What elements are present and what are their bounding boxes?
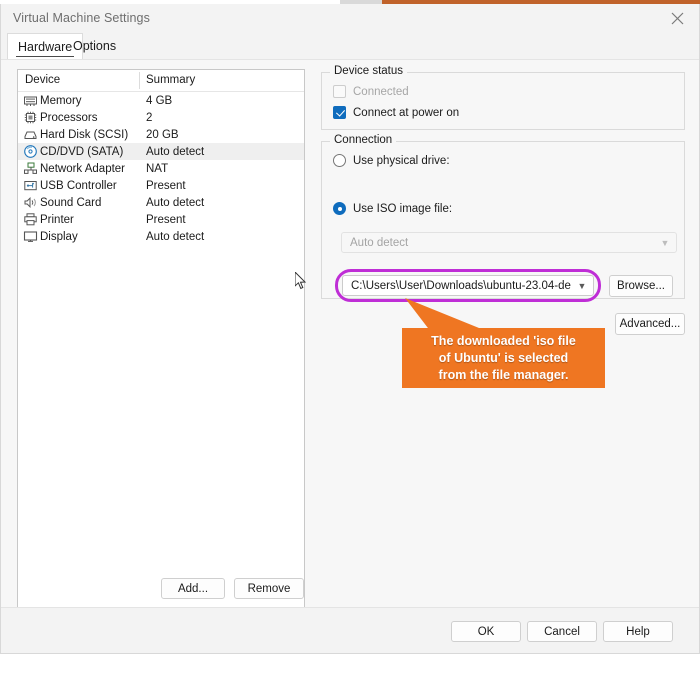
device-list-panel[interactable]: Device Summary Memory 4 GB Processors 2	[17, 69, 305, 618]
connect-at-power-on-checkbox-row[interactable]: Connect at power on	[333, 106, 459, 119]
connection-title: Connection	[330, 134, 397, 146]
chevron-down-icon: ▼	[577, 280, 587, 291]
table-row[interactable]: Sound Card Auto detect	[18, 194, 304, 211]
device-summary: Present	[146, 179, 186, 192]
physical-drive-select[interactable]: Auto detect ▼	[341, 232, 677, 253]
device-list-header: Device Summary	[18, 70, 304, 92]
device-summary: 20 GB	[146, 128, 179, 141]
connected-checkbox[interactable]	[333, 85, 346, 98]
display-icon	[23, 229, 38, 244]
processor-icon	[23, 110, 38, 125]
device-summary: Present	[146, 213, 186, 226]
usb-controller-icon	[23, 178, 38, 193]
device-status-group: Device status Connected Connect at power…	[321, 65, 685, 130]
advanced-button[interactable]: Advanced...	[615, 313, 685, 335]
cancel-button[interactable]: Cancel	[527, 621, 597, 642]
chevron-down-icon: ▼	[660, 237, 670, 248]
remove-device-button[interactable]: Remove	[234, 578, 304, 599]
device-name: Printer	[40, 213, 74, 226]
help-button[interactable]: Help	[603, 621, 673, 642]
table-row[interactable]: Display Auto detect	[18, 228, 304, 245]
use-physical-drive-radio-row[interactable]: Use physical drive:	[333, 154, 450, 167]
device-name: Memory	[40, 94, 82, 107]
window-title: Virtual Machine Settings	[13, 11, 150, 25]
hard-disk-icon	[23, 127, 38, 142]
physical-drive-value: Auto detect	[350, 236, 409, 249]
annotation-callout-text: The downloaded 'iso file of Ubuntu' is s…	[431, 334, 576, 382]
table-row[interactable]: Network Adapter NAT	[18, 160, 304, 177]
iso-path-select[interactable]: C:\Users\User\Downloads\ubuntu-23.04-des…	[342, 275, 594, 296]
printer-icon	[23, 212, 38, 227]
column-header-summary: Summary	[146, 74, 196, 86]
device-name: Network Adapter	[40, 162, 126, 175]
device-summary: NAT	[146, 162, 169, 175]
device-summary: 4 GB	[146, 94, 173, 107]
device-summary: Auto detect	[146, 230, 205, 243]
network-adapter-icon	[23, 161, 38, 176]
tab-options-label: Options	[73, 39, 117, 53]
device-status-title: Device status	[330, 65, 408, 77]
connect-at-power-on-checkbox[interactable]	[333, 106, 346, 119]
callout-pointer	[405, 298, 479, 332]
connect-at-power-on-label: Connect at power on	[353, 106, 460, 119]
column-header-device: Device	[25, 74, 61, 86]
device-name: Sound Card	[40, 196, 102, 209]
ok-button[interactable]: OK	[451, 621, 521, 642]
browse-button[interactable]: Browse...	[609, 275, 673, 297]
device-summary: 2	[146, 111, 153, 124]
table-row[interactable]: Processors 2	[18, 109, 304, 126]
tab-strip: Hardware Options	[1, 33, 699, 59]
device-name: Hard Disk (SCSI)	[40, 128, 129, 141]
virtual-machine-settings-dialog: Virtual Machine Settings Hardware Option…	[0, 4, 700, 654]
table-row[interactable]: CD/DVD (SATA) Auto detect	[18, 143, 304, 160]
device-name: Display	[40, 230, 78, 243]
table-row[interactable]: Hard Disk (SCSI) 20 GB	[18, 126, 304, 143]
cd-dvd-icon	[23, 144, 38, 159]
tab-options[interactable]: Options	[63, 33, 126, 59]
titlebar: Virtual Machine Settings	[1, 4, 699, 33]
table-row[interactable]: Memory 4 GB	[18, 92, 304, 109]
device-summary: Auto detect	[146, 145, 205, 158]
use-physical-drive-radio[interactable]	[333, 154, 346, 167]
sound-card-icon	[23, 195, 38, 210]
use-iso-image-radio[interactable]	[333, 202, 346, 215]
device-name: Processors	[40, 111, 98, 124]
table-row[interactable]: USB Controller Present	[18, 177, 304, 194]
device-summary: Auto detect	[146, 196, 205, 209]
add-device-button[interactable]: Add...	[161, 578, 225, 599]
use-iso-image-label: Use ISO image file:	[353, 202, 453, 215]
memory-icon	[23, 93, 38, 108]
device-name: USB Controller	[40, 179, 117, 192]
annotation-callout: The downloaded 'iso file of Ubuntu' is s…	[402, 328, 605, 388]
use-physical-drive-label: Use physical drive:	[353, 154, 450, 167]
dialog-footer: OK Cancel Help	[1, 607, 699, 653]
connected-label: Connected	[353, 85, 409, 98]
connected-checkbox-row[interactable]: Connected	[333, 85, 409, 98]
content-area: Device Summary Memory 4 GB Processors 2	[1, 59, 699, 618]
table-row[interactable]: Printer Present	[18, 211, 304, 228]
column-divider	[139, 72, 140, 89]
iso-path-value: C:\Users\User\Downloads\ubuntu-23.04-des…	[351, 279, 571, 292]
close-icon[interactable]	[655, 4, 699, 33]
use-iso-image-radio-row[interactable]: Use ISO image file:	[333, 202, 452, 215]
device-name: CD/DVD (SATA)	[40, 145, 124, 158]
